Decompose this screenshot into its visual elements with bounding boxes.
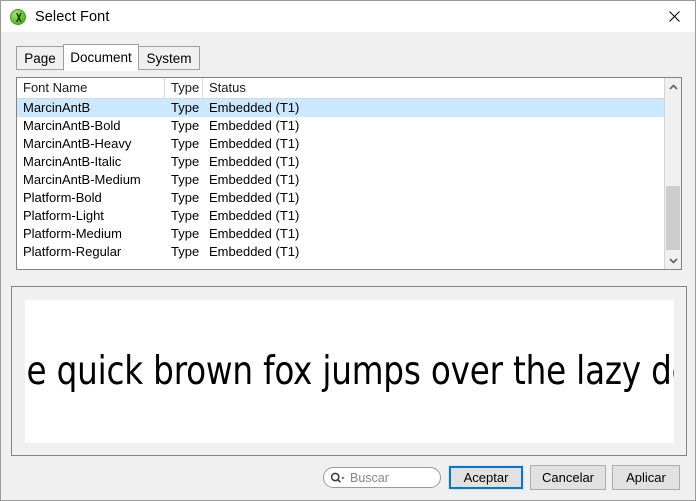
- table-row[interactable]: MarcinAntB-Bold Type 1 Embedded (T1): [17, 117, 681, 135]
- cell-font-name: Platform-Medium: [23, 226, 122, 241]
- tab-document[interactable]: Document: [63, 44, 139, 71]
- font-list-body: MarcinAntB Type 1 Embedded (T1) MarcinAn…: [17, 99, 681, 269]
- table-row[interactable]: Platform-Medium Type 1 Embedded (T1): [17, 225, 681, 243]
- cell-status: Embedded (T1): [209, 226, 300, 241]
- tab-system-label: System: [146, 50, 192, 66]
- font-preview-panel: The quick brown fox jumps over the lazy …: [11, 286, 687, 456]
- chevron-up-icon[interactable]: [665, 78, 681, 95]
- cell-font-name: MarcinAntB-Heavy: [23, 136, 132, 151]
- tab-system[interactable]: System: [138, 46, 200, 70]
- column-header-status[interactable]: Status: [203, 78, 663, 98]
- cell-font-name: MarcinAntB: [23, 100, 91, 115]
- cell-status: Embedded (T1): [209, 208, 300, 223]
- tab-strip: Page Document System: [1, 32, 695, 71]
- accept-button[interactable]: Aceptar: [448, 465, 524, 490]
- column-header-type[interactable]: Type: [165, 78, 203, 98]
- cell-type: Type 1: [171, 136, 203, 151]
- search-field[interactable]: [323, 467, 441, 488]
- search-icon: [330, 472, 346, 484]
- close-icon[interactable]: [652, 1, 695, 31]
- cell-font-name: Platform-Light: [23, 208, 104, 223]
- font-list-header: Font Name Type Status: [17, 78, 681, 99]
- chevron-down-icon[interactable]: [665, 252, 681, 269]
- cell-font-name: MarcinAntB-Medium: [23, 172, 141, 187]
- cell-type: Type 1: [171, 244, 203, 259]
- tab-page[interactable]: Page: [16, 46, 64, 70]
- cell-type: Type 1: [171, 208, 203, 223]
- cell-font-name: Platform-Bold: [23, 190, 102, 205]
- tab-document-label: Document: [70, 50, 132, 65]
- tab-page-label: Page: [24, 50, 56, 66]
- cell-font-name: Platform-Regular: [23, 244, 122, 259]
- cell-type: Type 1: [171, 100, 203, 115]
- cell-type: Type 1: [171, 154, 203, 169]
- table-row[interactable]: MarcinAntB-Medium Type 1 Embedded (T1): [17, 171, 681, 189]
- table-row[interactable]: Platform-Light Type 1 Embedded (T1): [17, 207, 681, 225]
- font-preview-sample-text: The quick brown fox jumps over the lazy …: [25, 349, 674, 394]
- table-row[interactable]: MarcinAntB-Heavy Type 1 Embedded (T1): [17, 135, 681, 153]
- cell-status: Embedded (T1): [209, 172, 300, 187]
- cell-status: Embedded (T1): [209, 244, 300, 259]
- font-list-panel: Font Name Type Status MarcinAntB Type 1 …: [16, 77, 682, 270]
- cell-type: Type 1: [171, 226, 203, 241]
- cell-status: Embedded (T1): [209, 136, 300, 151]
- font-list-scrollbar[interactable]: [664, 78, 681, 269]
- cancel-button[interactable]: Cancelar: [530, 465, 606, 490]
- cell-status: Embedded (T1): [209, 100, 300, 115]
- cell-type: Type 1: [171, 190, 203, 205]
- table-row[interactable]: Platform-Regular Type 1 Embedded (T1): [17, 243, 681, 261]
- column-header-font-name[interactable]: Font Name: [17, 78, 165, 98]
- font-preview-area: The quick brown fox jumps over the lazy …: [25, 300, 674, 443]
- table-row[interactable]: Platform-Bold Type 1 Embedded (T1): [17, 189, 681, 207]
- select-font-dialog: Select Font Page Document System Font Na…: [0, 0, 696, 501]
- table-row[interactable]: MarcinAntB Type 1 Embedded (T1): [17, 99, 681, 117]
- cell-status: Embedded (T1): [209, 154, 300, 169]
- search-input[interactable]: [350, 470, 428, 485]
- apply-button[interactable]: Aplicar: [612, 465, 680, 490]
- pdf-font-icon: [10, 8, 26, 25]
- dialog-footer: Aceptar Cancelar Aplicar: [1, 463, 695, 500]
- window-title: Select Font: [35, 8, 110, 25]
- scrollbar-thumb[interactable]: [666, 186, 680, 250]
- cell-font-name: MarcinAntB-Italic: [23, 154, 122, 169]
- title-bar: Select Font: [1, 1, 695, 32]
- cell-type: Type 1: [171, 172, 203, 187]
- cell-font-name: MarcinAntB-Bold: [23, 118, 121, 133]
- cell-status: Embedded (T1): [209, 190, 300, 205]
- cell-type: Type 1: [171, 118, 203, 133]
- cell-status: Embedded (T1): [209, 118, 300, 133]
- table-row[interactable]: MarcinAntB-Italic Type 1 Embedded (T1): [17, 153, 681, 171]
